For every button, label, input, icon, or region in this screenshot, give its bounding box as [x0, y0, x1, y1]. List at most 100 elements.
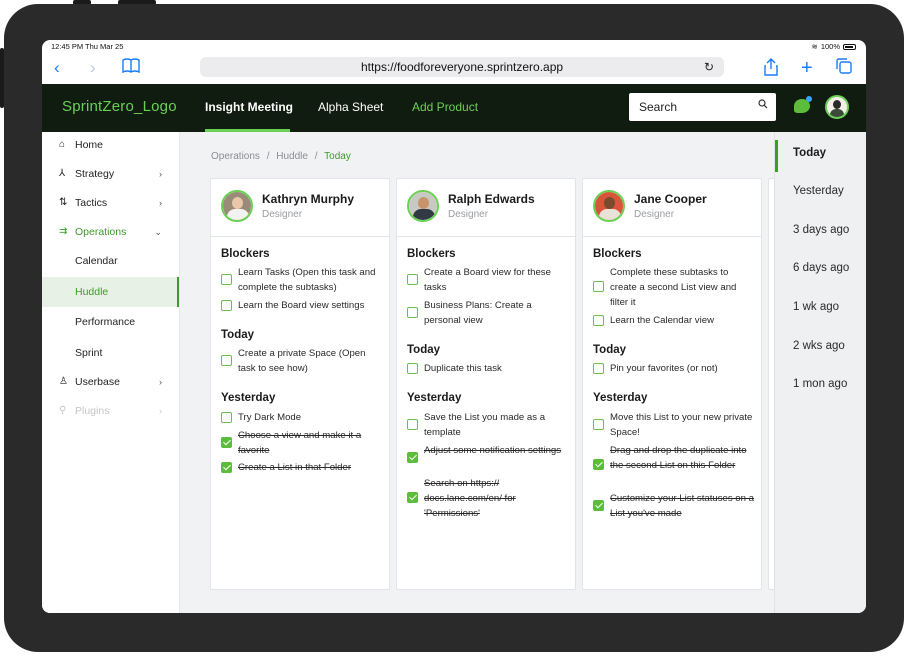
history-item-yesterday[interactable]: Yesterday	[775, 185, 866, 197]
sidebar-item-plugins[interactable]: ⚲ Plugins ›	[42, 398, 179, 424]
task-item[interactable]: Create a List in that Folder	[221, 460, 383, 475]
task-item[interactable]: Create a Board view for these tasks	[407, 265, 569, 295]
task-checkbox[interactable]	[221, 274, 232, 285]
chevron-right-icon: ›	[159, 169, 162, 179]
task-checkbox[interactable]	[407, 363, 418, 374]
task-text: Move this List to your new private Space…	[610, 412, 753, 438]
tab-alpha-sheet[interactable]: Alpha Sheet	[318, 100, 383, 114]
chevron-down-icon: ⌄	[154, 227, 162, 237]
task-item[interactable]: Learn Tasks (Open this task and complete…	[221, 265, 383, 295]
tab-insight-meeting[interactable]: Insight Meeting	[205, 100, 293, 114]
history-item-3-days[interactable]: 3 days ago	[775, 224, 866, 236]
tabs-icon[interactable]	[836, 58, 852, 79]
sidebar-item-huddle[interactable]: Huddle	[42, 277, 179, 307]
sidebar-item-home[interactable]: ⌂ Home	[42, 132, 179, 158]
avatar	[221, 190, 253, 222]
sidebar-item-sprint[interactable]: Sprint	[42, 338, 179, 368]
chevron-left-icon[interactable]: ‹	[54, 58, 60, 78]
task-item[interactable]: Duplicate this task	[407, 361, 569, 376]
breadcrumb-huddle[interactable]: Huddle	[276, 151, 308, 162]
task-checkbox[interactable]	[593, 281, 604, 292]
breadcrumb-separator: /	[314, 151, 318, 162]
task-item[interactable]: Choose a view and make it a favorite	[221, 428, 383, 458]
task-checkbox[interactable]	[221, 412, 232, 423]
app-logo[interactable]: SprintZero_Logo	[62, 98, 177, 115]
task-checkbox[interactable]	[593, 363, 604, 374]
plugin-icon: ⚲	[59, 405, 67, 416]
task-checkbox[interactable]	[593, 315, 604, 326]
sidebar-item-tactics[interactable]: ⇅ Tactics ›	[42, 190, 179, 216]
sidebar-item-label: Operations	[75, 226, 127, 238]
sidebar-item-operations[interactable]: ⇉ Operations ⌄	[42, 219, 179, 245]
status-time: 12:45 PM Thu Mar 25	[51, 42, 124, 51]
chevron-right-icon: ›	[159, 198, 162, 208]
task-item[interactable]: Adjust some notification settings	[407, 443, 569, 463]
task-text: Search on https:// docs.lane.com/en/ for…	[424, 478, 516, 519]
sidebar-item-label: Userbase	[75, 376, 120, 388]
task-checkbox[interactable]	[221, 300, 232, 311]
task-item[interactable]: Try Dark Mode	[221, 410, 383, 425]
book-icon[interactable]	[122, 58, 140, 79]
reload-icon[interactable]: ↻	[704, 57, 714, 77]
share-icon[interactable]	[764, 58, 778, 81]
search-input[interactable]: Search	[629, 93, 776, 121]
task-checkbox[interactable]	[593, 459, 604, 470]
card-header: Jane Cooper Designer	[583, 179, 761, 237]
sidebar: ⌂ Home ⅄ Strategy › ⇅ Tactics › ⇉ Operat…	[42, 132, 180, 613]
tab-add-product[interactable]: Add Product	[412, 100, 478, 114]
task-item[interactable]: Learn the Calendar view	[593, 313, 755, 328]
history-item-6-days[interactable]: 6 days ago	[775, 262, 866, 274]
task-item[interactable]: Learn the Board view settings	[221, 298, 383, 313]
task-text: Business Plans: Create a personal view	[424, 300, 532, 326]
url-bar[interactable]: https://foodforeveryone.sprintzero.app ↻	[200, 57, 724, 77]
task-item[interactable]: Drag and drop the duplicate into the sec…	[593, 443, 755, 473]
history-item-1-wk[interactable]: 1 wk ago	[775, 301, 866, 313]
user-icon: ♙	[59, 376, 68, 387]
breadcrumb-operations[interactable]: Operations	[211, 151, 260, 162]
section-title: Today	[407, 344, 441, 356]
history-panel: Today Yesterday 3 days ago 6 days ago 1 …	[774, 132, 866, 613]
task-checkbox[interactable]	[593, 419, 604, 430]
home-icon: ⌂	[59, 139, 66, 150]
card-header: Kathryn Murphy Designer	[211, 179, 389, 237]
url-text: https://foodforeveryone.sprintzero.app	[360, 60, 564, 74]
task-item[interactable]: Move this List to your new private Space…	[593, 410, 755, 440]
task-text: Pin your favorites (or not)	[610, 363, 718, 374]
history-item-1-mon[interactable]: 1 mon ago	[775, 378, 866, 390]
plus-icon[interactable]: +	[801, 58, 813, 78]
task-item[interactable]: Create a private Space (Open task to see…	[221, 346, 383, 376]
task-item[interactable]: Customize your List statuses on a List y…	[593, 491, 755, 521]
task-text: Drag and drop the duplicate into the sec…	[610, 445, 747, 471]
task-item[interactable]: Search on https:// docs.lane.com/en/ for…	[407, 476, 569, 521]
task-checkbox[interactable]	[593, 500, 604, 511]
chevron-right-icon[interactable]: ›	[90, 58, 96, 78]
task-item[interactable]: Save the List you made as a template	[407, 410, 569, 440]
history-item-today[interactable]: Today	[775, 147, 866, 159]
breadcrumb-current: Today	[324, 151, 351, 162]
task-checkbox[interactable]	[407, 452, 418, 463]
sidebar-item-performance[interactable]: Performance	[42, 307, 179, 337]
card-header: Ralph Edwards Designer	[397, 179, 575, 237]
task-checkbox[interactable]	[407, 307, 418, 318]
sidebar-item-strategy[interactable]: ⅄ Strategy ›	[42, 161, 179, 187]
task-checkbox[interactable]	[221, 355, 232, 366]
user-avatar[interactable]	[825, 95, 849, 119]
app-header: SprintZero_Logo Insight Meeting Alpha Sh…	[42, 84, 866, 132]
task-checkbox[interactable]	[221, 462, 232, 473]
sidebar-item-calendar[interactable]: Calendar	[42, 246, 179, 276]
person-name: Jane Cooper	[634, 192, 707, 206]
status-indicators: ≋ 100%	[812, 42, 856, 51]
task-item[interactable]: Complete these subtasks to create a seco…	[593, 265, 755, 310]
task-item[interactable]: Business Plans: Create a personal view	[407, 298, 569, 328]
screen: 12:45 PM Thu Mar 25 ≋ 100% ‹ › https://f…	[42, 40, 866, 613]
task-checkbox[interactable]	[407, 419, 418, 430]
history-item-2-wks[interactable]: 2 wks ago	[775, 340, 866, 352]
huddle-card: Ralph Edwards Designer Blockers Create a…	[396, 178, 576, 590]
battery-icon	[843, 43, 856, 50]
task-item[interactable]: Pin your favorites (or not)	[593, 361, 755, 376]
task-checkbox[interactable]	[221, 437, 232, 448]
notification-dot	[806, 96, 812, 102]
task-checkbox[interactable]	[407, 492, 418, 503]
task-checkbox[interactable]	[407, 274, 418, 285]
sidebar-item-userbase[interactable]: ♙ Userbase ›	[42, 369, 179, 395]
